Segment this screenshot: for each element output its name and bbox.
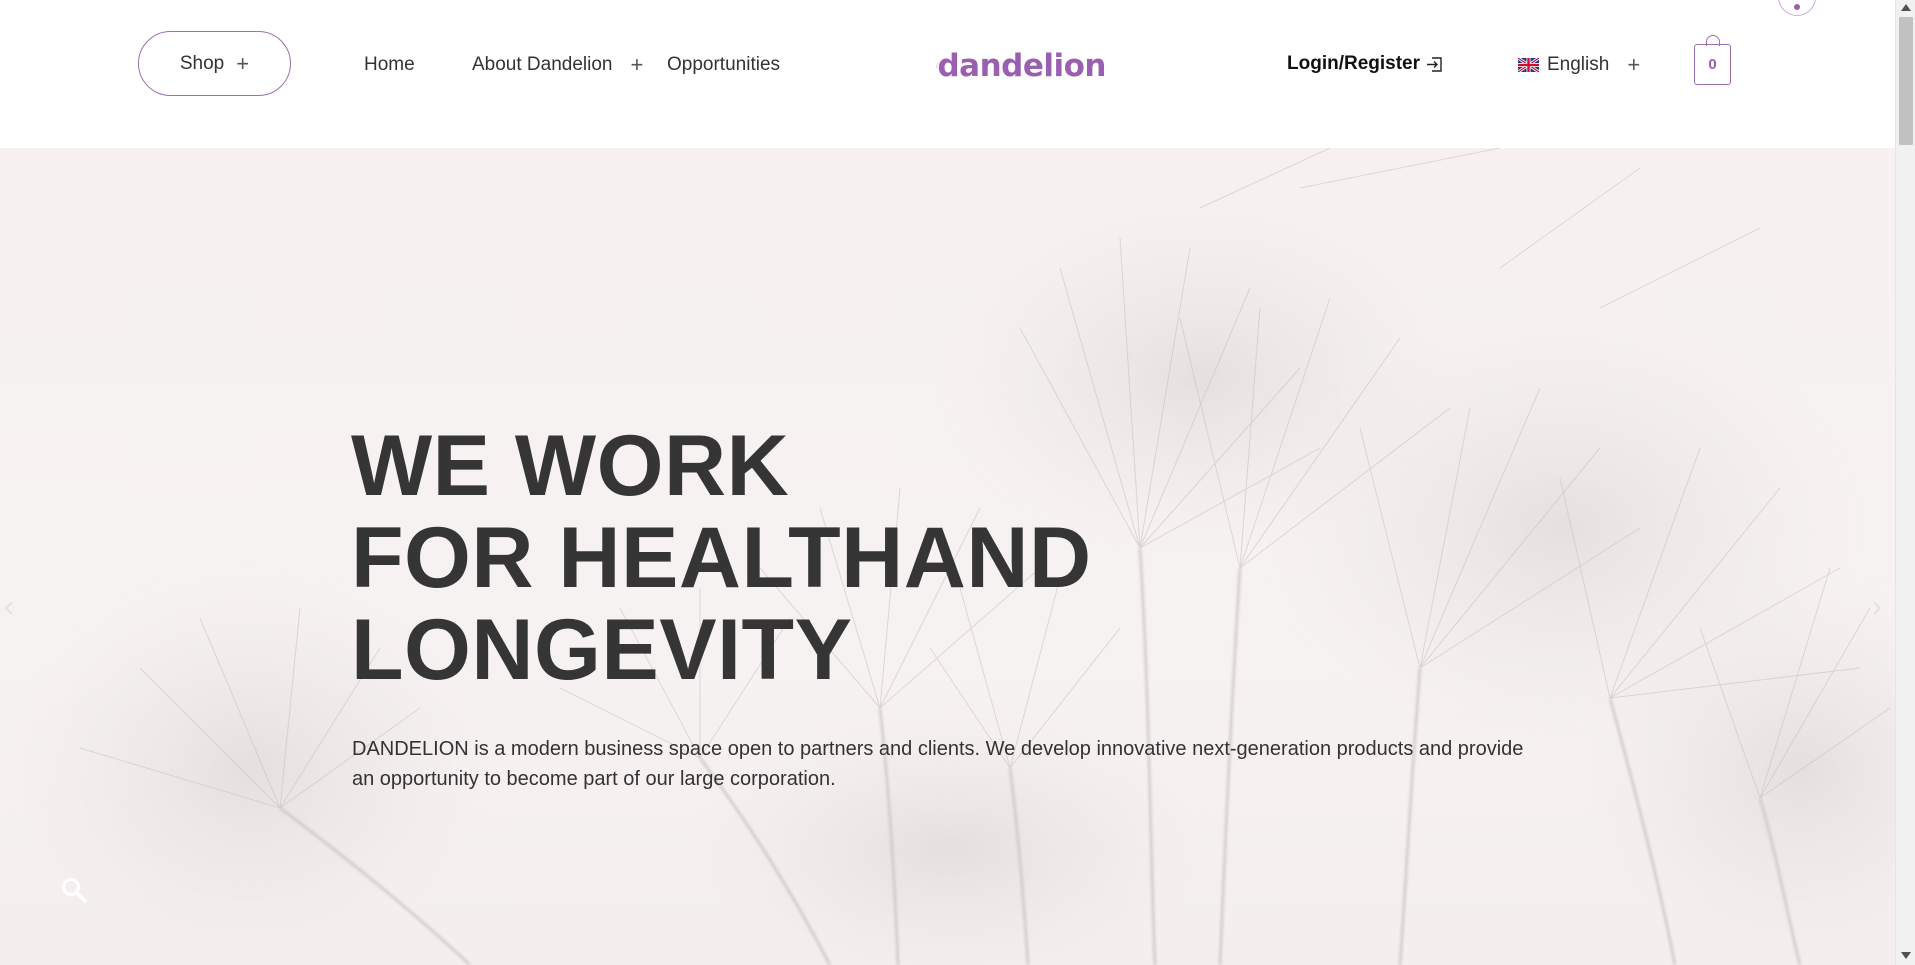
hero-title-line: FOR HEALTHAND xyxy=(351,510,1092,606)
cart-count: 0 xyxy=(1708,56,1717,73)
scroll-down-arrow-icon[interactable] xyxy=(1901,952,1911,959)
login-arrow-icon xyxy=(1427,56,1442,72)
account-circle-icon[interactable] xyxy=(1778,0,1816,16)
nav-home-label: Home xyxy=(364,54,415,75)
nav-opportunities-label: Opportunities xyxy=(667,54,781,75)
site-header: Shop + Home About Dandelion + Opportunit… xyxy=(0,0,1895,148)
nav-opportunities-link[interactable]: Opportunities xyxy=(667,54,780,76)
hero-title-line: LONGEVITY xyxy=(351,602,853,698)
hero-title-line: WE WORK xyxy=(351,418,790,514)
scrollbar-thumb[interactable] xyxy=(1899,17,1913,145)
nav-about-label: About Dandelion xyxy=(472,54,613,75)
hero-title: WE WORK FOR HEALTHAND LONGEVITY xyxy=(351,420,1092,696)
login-register-label: Login/Register xyxy=(1287,53,1421,74)
nav-home-link[interactable]: Home xyxy=(364,54,415,76)
hero-description: DANDELION is a modern business space ope… xyxy=(352,738,1524,790)
plus-icon: + xyxy=(1627,52,1641,77)
login-register-link[interactable]: Login/Register xyxy=(1287,53,1443,75)
chevron-left-icon[interactable]: ‹ xyxy=(4,590,14,624)
logo-wordmark: dandelion xyxy=(937,48,1106,84)
page: Shop + Home About Dandelion + Opportunit… xyxy=(0,0,1915,965)
hero-slider: WE WORK FOR HEALTHAND LONGEVITY DANDELIO… xyxy=(0,148,1895,965)
search-icon[interactable] xyxy=(60,876,88,904)
site-logo[interactable]: dandelion xyxy=(936,26,1106,106)
plus-icon: + xyxy=(236,50,250,76)
chevron-right-icon[interactable]: › xyxy=(1872,590,1882,624)
shop-label: Shop xyxy=(179,52,225,74)
shop-menu-button[interactable]: Shop + xyxy=(138,31,291,96)
language-label: English xyxy=(1547,54,1610,75)
nav-about-link[interactable]: About Dandelion + xyxy=(472,54,643,76)
scroll-up-arrow-icon[interactable] xyxy=(1901,4,1911,11)
vertical-scrollbar[interactable] xyxy=(1895,0,1915,965)
uk-flag-icon xyxy=(1518,58,1539,72)
plus-icon: + xyxy=(630,52,644,77)
language-selector[interactable]: English + xyxy=(1518,54,1640,76)
cart-button[interactable]: 0 xyxy=(1694,35,1731,85)
